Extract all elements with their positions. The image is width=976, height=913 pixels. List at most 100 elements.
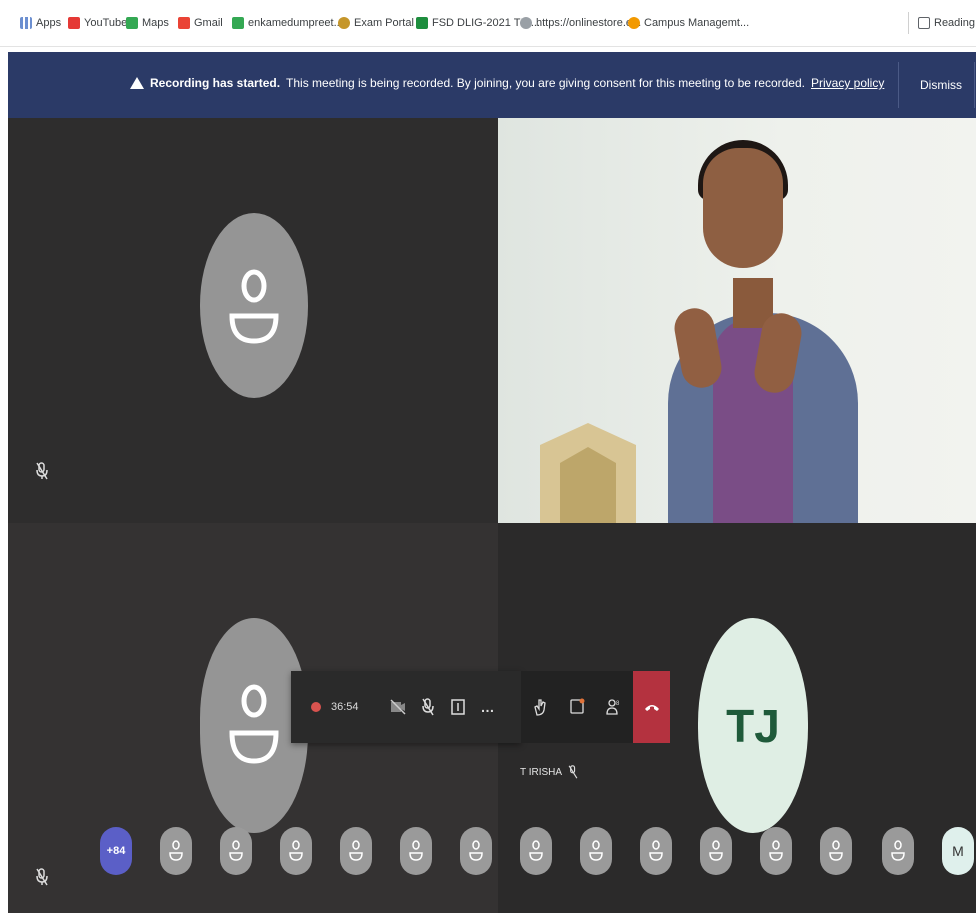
record-dot-icon (311, 702, 321, 712)
more-options-button[interactable]: … (473, 687, 503, 727)
chat-icon (570, 698, 585, 714)
privacy-policy-link[interactable]: Privacy policy (811, 76, 884, 90)
person-icon (769, 840, 783, 861)
person-icon (589, 840, 603, 861)
bookmark-label: https://onlinestore.e... (536, 17, 642, 29)
share-tray-icon (451, 699, 465, 715)
presenter-video-tile[interactable] (498, 118, 976, 523)
participant-thumbnail[interactable] (580, 827, 612, 875)
toolbar-main: 36:54 … (291, 671, 521, 743)
participant-tile[interactable] (8, 118, 498, 523)
more-count: +84 (106, 845, 126, 857)
sheet-icon (416, 17, 428, 29)
participant-thumbnail[interactable] (220, 827, 252, 875)
person-icon (649, 840, 663, 861)
bookmark-label: YouTube (84, 17, 128, 29)
mic-off-icon (36, 462, 48, 480)
dismiss-button[interactable]: Dismiss (914, 72, 968, 98)
participant-name-label: T IRISHA (520, 765, 578, 779)
raise-hand-button[interactable] (525, 687, 555, 727)
bookmark-apps[interactable]: Apps (20, 14, 61, 32)
avatar-initials: TJ (726, 699, 780, 752)
participant-initial: M (952, 843, 964, 859)
banner-divider (898, 62, 899, 108)
bookmark-youtube[interactable]: YouTube (68, 14, 127, 32)
doc-icon (232, 17, 244, 29)
more-icon: … (480, 699, 496, 715)
recording-message: Recording has started. This meeting is b… (130, 76, 884, 90)
maps-icon (126, 17, 138, 29)
participant-thumbnail-initial[interactable]: M (942, 827, 974, 875)
hang-up-icon (644, 705, 659, 711)
camera-off-icon (390, 699, 406, 715)
apps-grid-icon (20, 17, 32, 29)
people-icon: 8 (606, 699, 620, 715)
presenter-face (703, 148, 783, 268)
gmail-icon (178, 17, 190, 29)
participant-thumbnail[interactable] (280, 827, 312, 875)
person-icon (349, 840, 363, 861)
warning-icon (130, 77, 144, 89)
bookmark-label: Maps (142, 17, 169, 29)
globe-icon (520, 17, 532, 29)
participant-thumbnail[interactable] (640, 827, 672, 875)
bookmark-maps[interactable]: Maps (126, 14, 169, 32)
person-icon (829, 840, 843, 861)
chat-button[interactable] (562, 687, 592, 727)
bookmark-enkame[interactable]: enkamedumpreet... (232, 14, 343, 32)
person-icon (229, 840, 243, 861)
share-button[interactable] (443, 687, 473, 727)
recording-indicator (301, 687, 331, 727)
person-icon (469, 840, 483, 861)
bookmark-label: Gmail (194, 17, 223, 29)
reading-list-icon (918, 17, 930, 29)
hand-icon (533, 699, 546, 716)
bookmark-gmail[interactable]: Gmail (178, 14, 223, 32)
more-participants-badge[interactable]: +84 (100, 827, 132, 875)
mic-off-icon (568, 765, 578, 779)
person-icon (891, 840, 905, 861)
campus-icon (628, 17, 640, 29)
bookmark-onlinestore[interactable]: https://onlinestore.e... (520, 14, 641, 32)
participant-thumbnail[interactable] (460, 827, 492, 875)
bookmark-label: Apps (36, 17, 62, 29)
person-icon (229, 269, 279, 344)
participant-thumbnail[interactable] (820, 827, 852, 875)
banner-divider (974, 62, 975, 108)
bookmark-label: Campus Managemt... (644, 17, 750, 29)
reading-list[interactable]: Reading list (918, 14, 976, 32)
person-icon (229, 684, 279, 764)
bookmark-exam-portal[interactable]: Exam Portal (338, 14, 414, 32)
participant-thumbnail[interactable] (340, 827, 372, 875)
participant-thumbnail[interactable] (400, 827, 432, 875)
participant-thumbnail[interactable] (520, 827, 552, 875)
recording-banner: Recording has started. This meeting is b… (8, 52, 976, 118)
person-icon (289, 840, 303, 861)
meeting-timer: 36:54 (331, 701, 359, 713)
youtube-icon (68, 17, 80, 29)
bookmark-label: Exam Portal (354, 17, 414, 29)
reading-list-label: Reading list (934, 17, 976, 29)
leave-call-button[interactable] (633, 671, 670, 743)
participant-thumbnail[interactable] (700, 827, 732, 875)
svg-text:8: 8 (616, 701, 620, 707)
meeting-toolbar: 36:54 … 8 (291, 671, 670, 743)
bookmark-campus[interactable]: Campus Managemt... (628, 14, 749, 32)
person-icon (169, 840, 183, 861)
participant-name: T IRISHA (520, 766, 563, 778)
person-icon (529, 840, 543, 861)
recording-text: This meeting is being recorded. By joini… (286, 76, 805, 90)
participant-thumbnail[interactable] (160, 827, 192, 875)
bookmarks-bar: Apps YouTube Maps Gmail enkamedumpreet..… (0, 0, 976, 47)
participant-thumbnail[interactable] (760, 827, 792, 875)
recording-title: Recording has started. (150, 76, 281, 90)
tj-avatar: TJ (698, 618, 808, 833)
participant-thumbnail[interactable] (882, 827, 914, 875)
participants-button[interactable]: 8 (599, 687, 629, 727)
camera-toggle-button[interactable] (383, 687, 413, 727)
video-grid: TJ (8, 118, 976, 913)
toolbar-secondary: 8 (521, 671, 633, 743)
bookmarks-separator (908, 12, 909, 34)
bookmark-label: enkamedumpreet... (248, 17, 343, 29)
mic-toggle-button[interactable] (413, 687, 443, 727)
